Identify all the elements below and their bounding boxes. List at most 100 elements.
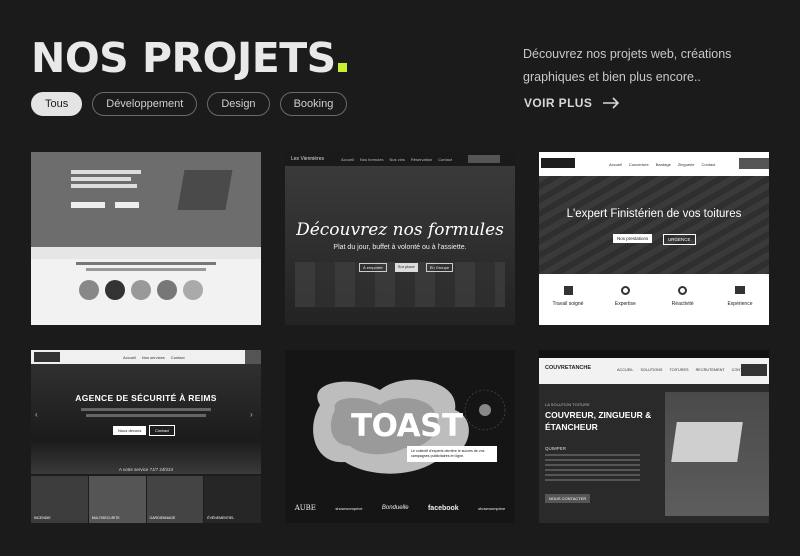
hero-city: QUIMPER xyxy=(545,446,567,451)
project-card-toast[interactable]: TOAST Le collectif d'experts derrière le… xyxy=(285,350,515,523)
nav-link: Nos vins xyxy=(389,157,405,162)
hero-text-block xyxy=(545,454,640,484)
nav-link: Accueil xyxy=(123,355,136,360)
service-tile: GARDIENNAGE xyxy=(146,476,204,523)
feature-list: Travail soigné Expertise Réactivité Expé… xyxy=(543,286,765,307)
nav-link: Contact xyxy=(170,355,185,360)
video-thumbnail xyxy=(177,170,233,210)
hero-text-line xyxy=(81,408,211,411)
logo-aube: AUBE xyxy=(294,504,316,512)
project-card-restaurant[interactable]: Les Viennières Accueil Nos formules Nos … xyxy=(285,152,515,325)
hero-headline: AGENCE DE SÉCURITÉ À REIMS xyxy=(75,393,217,403)
chevron-right-icon: › xyxy=(250,410,253,419)
hero-cta-button xyxy=(71,202,105,208)
button-contact: NOUS CONTACTER xyxy=(545,494,591,503)
nav-link: SOLUTIONS xyxy=(640,368,663,372)
logo-showroomprive: showroomprive xyxy=(478,505,506,511)
button-contact: Contact xyxy=(149,425,175,436)
section-text-line xyxy=(86,268,206,271)
filter-booking[interactable]: Booking xyxy=(279,92,348,116)
client-logos: AUBE showroomprive Bonduelle facebook sh… xyxy=(285,504,515,512)
feature-label: Travail soigné xyxy=(552,301,584,307)
avatar xyxy=(131,280,151,300)
hero-overlay xyxy=(539,176,769,274)
avatar xyxy=(157,280,177,300)
voir-plus-label: VOIR PLUS xyxy=(524,96,593,110)
hero-kicker: LA SOLUTION TOITURE xyxy=(545,402,590,407)
team-avatars xyxy=(79,280,203,300)
service-label: GARDIENNAGE xyxy=(149,516,176,520)
filter-developpement[interactable]: Développement xyxy=(92,92,198,116)
features-strip xyxy=(31,247,261,259)
nav-link: Nos formules xyxy=(359,157,384,162)
nav-link: Contact xyxy=(438,157,452,162)
hero-text-line xyxy=(86,414,206,417)
avatar xyxy=(79,280,99,300)
hotline-text: A votre service 7J/7 24h/24 xyxy=(118,467,174,472)
service-label: MULTISECURITE xyxy=(91,516,120,520)
site-logo xyxy=(34,352,60,362)
service-tile: ÉVÉNEMENTIEL xyxy=(204,476,261,523)
chevron-left-icon: ‹ xyxy=(35,410,38,419)
logo-facebook: facebook xyxy=(427,504,459,512)
hero-subtitle: Plat du jour, buffet à volonté ou à l'as… xyxy=(333,244,467,251)
nav-link: TOITURES xyxy=(669,368,689,372)
title-accent-dot xyxy=(337,63,347,72)
project-card-couvretanche[interactable]: COUVRETANCHE ACCUEIL SOLUTIONS TOITURES … xyxy=(539,350,769,523)
button-emporter: À emporter xyxy=(359,263,387,272)
feature-label: Expérience xyxy=(727,301,753,307)
hero-headline: L'expert Finistérien de vos toitures xyxy=(566,208,742,220)
service-tiles: INCENDIE MULTISECURITE GARDIENNAGE ÉVÉNE… xyxy=(31,476,261,523)
nav-link: Couverture xyxy=(628,162,649,167)
page-title: NOS PROJETS xyxy=(31,38,347,79)
button-urgence: URGENCE xyxy=(663,234,696,245)
nav-link: Zinguerie xyxy=(677,162,695,167)
nav-link: Réservation xyxy=(410,157,433,162)
nav-link: ACCUEIL xyxy=(617,368,634,372)
hero-photo xyxy=(31,364,261,474)
nav-link: Bardage xyxy=(655,162,671,167)
arrow-right-icon xyxy=(603,97,620,109)
site-nav-links: Accueil Nos services Contact xyxy=(123,355,185,360)
avatar xyxy=(183,280,203,300)
feature-item: Travail soigné xyxy=(543,286,593,307)
hero-text-line xyxy=(71,177,131,181)
avatar xyxy=(105,280,125,300)
menu-button xyxy=(245,350,261,364)
service-label: INCENDIE xyxy=(34,516,51,520)
hero-cta-button xyxy=(115,202,139,208)
project-card-formation[interactable] xyxy=(31,152,261,325)
filter-tous[interactable]: Tous xyxy=(31,92,83,116)
voir-plus-link[interactable]: VOIR PLUS xyxy=(524,96,620,110)
hero-headline: COUVREUR, ZINGUEUR & ÉTANCHEUR xyxy=(545,410,652,432)
hero-headline: Découvrez nos formules xyxy=(296,220,504,240)
feature-label: Réactivité xyxy=(671,301,694,307)
service-tile: INCENDIE xyxy=(31,476,88,523)
feature-label: Expertise xyxy=(614,301,636,307)
logo-showroomprive: showroomprive xyxy=(335,505,363,511)
project-card-securite[interactable]: Accueil Nos services Contact AGENCE DE S… xyxy=(31,350,261,523)
feature-item: Réactivité xyxy=(658,286,708,307)
filter-bar: Tous Développement Design Booking xyxy=(31,92,348,116)
intro-text: Découvrez nos projets web, créations gra… xyxy=(523,47,732,84)
hero-text-line xyxy=(71,184,137,188)
hero-text-line xyxy=(71,170,141,174)
feature-item: Expérience xyxy=(715,286,765,307)
hero-buttons: À emporter Sur place En Groupe xyxy=(359,263,454,272)
nav-link: Accueil xyxy=(609,162,622,167)
hands-icon xyxy=(563,286,573,295)
site-logo xyxy=(541,158,575,168)
toast-tagline: Le collectif d'experts derrière le succè… xyxy=(407,446,497,462)
clock-icon xyxy=(678,286,688,295)
filter-design[interactable]: Design xyxy=(207,92,270,116)
nav-link: Contact xyxy=(701,162,716,167)
project-card-toiture[interactable]: Accueil Couverture Bardage Zinguerie Con… xyxy=(539,152,769,325)
feature-item: Expertise xyxy=(600,286,650,307)
toast-wordmark: TOAST xyxy=(351,408,463,444)
button-sur-place: Sur place xyxy=(394,263,418,272)
service-tile: MULTISECURITE xyxy=(88,476,146,523)
site-brand: Les Viennières xyxy=(291,156,324,162)
button-groupe: En Groupe xyxy=(425,263,454,272)
nav-link: RECRUTEMENT xyxy=(695,368,725,372)
button-prestations: Nos prestations xyxy=(613,234,653,243)
